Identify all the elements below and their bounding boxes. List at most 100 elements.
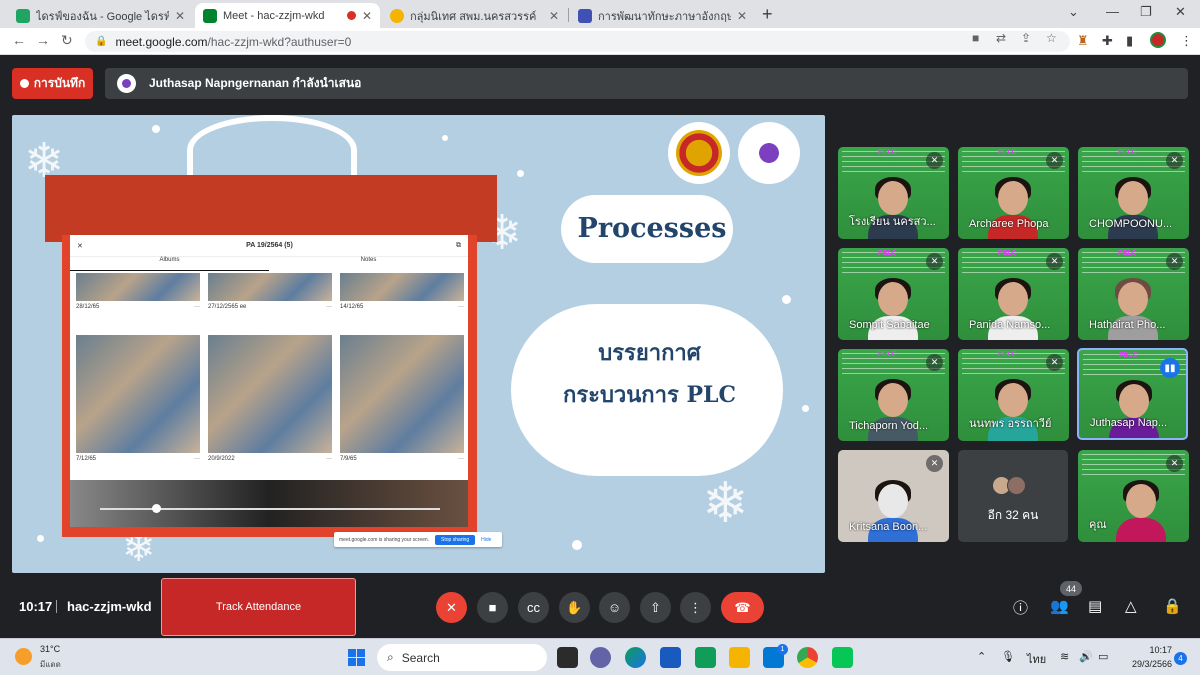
- translate-icon[interactable]: ⇄: [996, 31, 1006, 45]
- close-tab-icon[interactable]: ✕: [175, 9, 185, 23]
- participant-tile[interactable]: PELC ✕ Archaree Phopa: [958, 147, 1069, 239]
- recording-button[interactable]: การบันทึก: [12, 68, 93, 99]
- task-view-icon[interactable]: [557, 647, 578, 668]
- participant-tile-active-speaker[interactable]: PELC ▮▮ Juthasap Nap...: [1077, 348, 1188, 440]
- mic-off-icon: ✕: [1046, 152, 1063, 169]
- more-options-button[interactable]: ⋮: [680, 592, 711, 623]
- google-forms-icon: [578, 8, 592, 23]
- video-scrubber[interactable]: [100, 508, 440, 510]
- camera-button[interactable]: ■: [477, 592, 508, 623]
- edge-icon[interactable]: [625, 647, 646, 668]
- participant-tile[interactable]: PELC ✕ Panida Namso...: [958, 248, 1069, 340]
- tray-chevron-icon[interactable]: ⌃: [977, 650, 986, 663]
- host-controls-icon[interactable]: 🔒: [1163, 597, 1182, 615]
- microphone-icon[interactable]: 🎙: [1001, 650, 1015, 663]
- self-view-tile[interactable]: ✕ คุณ: [1078, 450, 1189, 542]
- album-close-icon[interactable]: ✕: [77, 242, 83, 250]
- taskbar-search[interactable]: ⌕ Search: [377, 644, 547, 671]
- new-tab-button[interactable]: +: [762, 4, 773, 25]
- side-panel-icon[interactable]: ▮: [1126, 33, 1133, 49]
- url-field[interactable]: 🔒 meet.google.com/hac-zzjm-wkd?authuser=…: [85, 31, 1070, 52]
- photo-card[interactable]: 7/12/65 ···: [76, 335, 200, 462]
- participant-tile[interactable]: PELC ✕ Hathairat Pho...: [1078, 248, 1189, 340]
- photo-card[interactable]: 27/12/2565 ee ···: [208, 273, 332, 310]
- file-explorer-icon[interactable]: [729, 647, 750, 668]
- line-icon[interactable]: [832, 647, 853, 668]
- share-notice-text: meet.google.com is sharing your screen.: [339, 536, 430, 543]
- l-app-icon[interactable]: [695, 647, 716, 668]
- bookmark-star-icon[interactable]: ☆: [1046, 31, 1057, 45]
- mic-off-icon: ✕: [926, 253, 943, 270]
- notification-badge[interactable]: 4: [1174, 652, 1187, 665]
- close-tab-icon[interactable]: ✕: [549, 9, 559, 23]
- scrubber-handle[interactable]: [152, 504, 161, 513]
- video-strip: [70, 480, 468, 527]
- maximize-button[interactable]: ❐: [1140, 4, 1152, 20]
- close-tab-icon[interactable]: ✕: [737, 9, 747, 23]
- minimize-button[interactable]: —: [1106, 4, 1119, 19]
- participant-name: Archaree Phopa: [969, 218, 1049, 230]
- meeting-info-icon[interactable]: ⓘ: [1013, 597, 1028, 618]
- chrome-icon[interactable]: [797, 647, 818, 668]
- present-button[interactable]: ⇧: [640, 592, 671, 623]
- participant-tile[interactable]: PELC ✕ โรงเรียน นครสว...: [838, 147, 949, 239]
- volume-icon[interactable]: 🔊: [1079, 650, 1093, 663]
- people-icon[interactable]: 👥: [1050, 597, 1069, 615]
- close-window-button[interactable]: ✕: [1175, 4, 1186, 20]
- reactions-button[interactable]: ☺: [599, 592, 630, 623]
- more-participants-tile[interactable]: อีก 32 คน: [958, 450, 1068, 542]
- battery-icon[interactable]: ▭: [1098, 650, 1108, 663]
- taskbar-clock[interactable]: 10:17 29/3/2566: [1132, 643, 1172, 671]
- profile-avatar[interactable]: [1150, 32, 1166, 48]
- participant-name: Tichaporn Yod...: [849, 420, 929, 432]
- mic-off-button[interactable]: ✕: [436, 592, 467, 623]
- tab-google-drive[interactable]: ไดรฟ์ของฉัน - Google ไดรฟ์ ✕: [8, 3, 193, 28]
- participant-tile[interactable]: PELC ✕ Sompit Sabaitae: [838, 248, 949, 340]
- photo-card[interactable]: 7/9/65 ···: [340, 335, 464, 462]
- activities-icon[interactable]: △: [1125, 597, 1137, 615]
- participant-tile[interactable]: PELC ✕ Tichaporn Yod...: [838, 349, 949, 441]
- tab-supervision-group[interactable]: กลุ่มนิเทศ สพม.นครสวรรค์ ✕: [382, 3, 567, 28]
- address-bar: ← → ↻ 🔒 meet.google.com/hac-zzjm-wkd?aut…: [0, 28, 1200, 55]
- input-language[interactable]: ไทย: [1027, 650, 1046, 668]
- tab-meet[interactable]: Meet - hac-zzjm-wkd ✕: [195, 3, 380, 28]
- album-share-icon[interactable]: ⧉: [456, 242, 461, 250]
- google-meet-icon: [203, 8, 217, 23]
- reload-button[interactable]: ↻: [61, 32, 73, 49]
- captions-button[interactable]: cc: [518, 592, 549, 623]
- photo-card[interactable]: 28/12/65 ···: [76, 273, 200, 310]
- word-icon[interactable]: [660, 647, 681, 668]
- close-tab-icon[interactable]: ✕: [362, 9, 372, 23]
- clock-time: 10:17: [1149, 645, 1172, 655]
- chrome-menu-icon[interactable]: ⋮: [1180, 33, 1193, 49]
- forward-button[interactable]: →: [36, 32, 50, 48]
- back-button[interactable]: ←: [12, 32, 26, 48]
- tab-english-skills[interactable]: การพัฒนาทักษะภาษาอังกฤษ English ✕: [570, 3, 755, 28]
- leave-call-button[interactable]: ☎: [721, 592, 764, 623]
- site-icon: [390, 8, 404, 23]
- tab-title: กลุ่มนิเทศ สพม.นครสวรรค์: [410, 10, 537, 23]
- participant-tile[interactable]: PELC ✕ นนทพร อรรถาวีย์: [958, 349, 1069, 441]
- track-attendance-button[interactable]: Track Attendance: [161, 578, 356, 636]
- windows-start-icon[interactable]: [348, 649, 365, 666]
- camera-icon[interactable]: ■: [972, 31, 979, 45]
- share-icon[interactable]: ⇪: [1021, 31, 1031, 45]
- clock-date: 29/3/2566: [1132, 659, 1173, 669]
- tab-search-icon[interactable]: ⌄: [1068, 4, 1079, 20]
- lock-icon: 🔒: [95, 36, 108, 47]
- participant-tile[interactable]: ✕ Kritsana Boon...: [838, 450, 949, 542]
- participant-name: คุณ: [1089, 519, 1107, 531]
- chat-app-icon[interactable]: [590, 647, 611, 668]
- tab-notes[interactable]: Notes: [269, 257, 468, 271]
- tab-albums[interactable]: Albums: [70, 257, 269, 271]
- photo-card[interactable]: 20/9/2022 ···: [208, 335, 332, 462]
- stop-sharing-button[interactable]: Stop sharing: [435, 534, 476, 545]
- participant-tile[interactable]: PELC ✕ CHOMPOONU...: [1078, 147, 1189, 239]
- wifi-icon[interactable]: ≋: [1060, 650, 1069, 663]
- photo-card[interactable]: 14/12/65 ···: [340, 273, 464, 310]
- chat-icon[interactable]: ▤: [1088, 597, 1102, 615]
- extension-icon[interactable]: ♜: [1077, 33, 1089, 49]
- extensions-puzzle-icon[interactable]: ✚: [1102, 33, 1113, 49]
- hide-share-notice-link[interactable]: Hide: [481, 537, 491, 543]
- raise-hand-button[interactable]: ✋: [559, 592, 590, 623]
